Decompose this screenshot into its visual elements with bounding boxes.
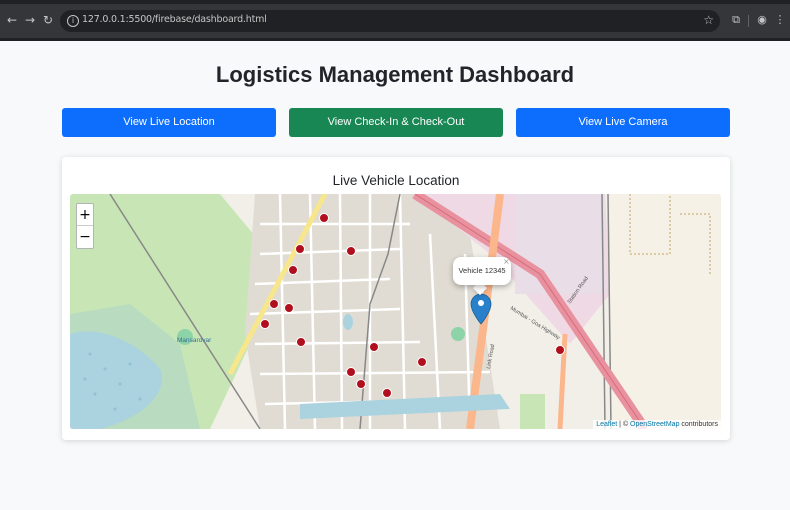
toolbar-divider [748,15,749,27]
map-container[interactable]: Mansarovar Mumbai - Goa Highway Station … [70,194,721,429]
map-tiles[interactable]: Mansarovar Mumbai - Goa Highway Station … [70,194,721,429]
toolbar-border [0,38,790,41]
arrow-left-icon[interactable]: ← [5,13,19,27]
puzzle-icon[interactable]: ⧉ [729,13,743,27]
map-card: Live Vehicle Location Mansarovar Mumbai … [62,157,730,440]
page-title: Logistics Management Dashboard [215,62,575,87]
view-checkin-checkout-button[interactable]: View Check-In & Check-Out [289,108,503,137]
card-title: Live Vehicle Location [332,173,460,188]
zoom-in-button[interactable]: + [77,204,93,226]
attribution-suffix: contributors [679,421,718,428]
reload-icon[interactable]: ↻ [41,13,55,27]
info-icon[interactable]: i [67,15,79,27]
map-label-place: Mansarovar [177,337,212,344]
address-bar[interactable]: i 127.0.0.1:5500/firebase/dashboard.html… [60,10,720,32]
view-live-camera-button[interactable]: View Live Camera [516,108,730,137]
osm-link[interactable]: OpenStreetMap [630,421,679,428]
browser-toolbar: ← → ↻ i 127.0.0.1:5500/firebase/dashboar… [0,0,790,41]
view-live-location-button[interactable]: View Live Location [62,108,276,137]
kebab-menu-icon[interactable]: ⋮ [773,13,787,27]
arrow-right-icon[interactable]: → [23,13,37,27]
profile-icon[interactable]: ◉ [755,13,769,27]
map-attribution: Leaflet | © OpenStreetMap contributors [593,420,721,429]
leaflet-link[interactable]: Leaflet [596,421,617,428]
popup-text: Vehicle 12345 [458,266,506,275]
star-icon[interactable]: ☆ [703,13,714,27]
url-text[interactable]: 127.0.0.1:5500/firebase/dashboard.html [82,14,267,25]
close-icon[interactable]: × [503,257,510,266]
zoom-out-button[interactable]: − [77,226,93,248]
zoom-control: + − [76,203,94,249]
tab-strip [0,0,790,4]
attribution-separator: | © [617,421,631,428]
